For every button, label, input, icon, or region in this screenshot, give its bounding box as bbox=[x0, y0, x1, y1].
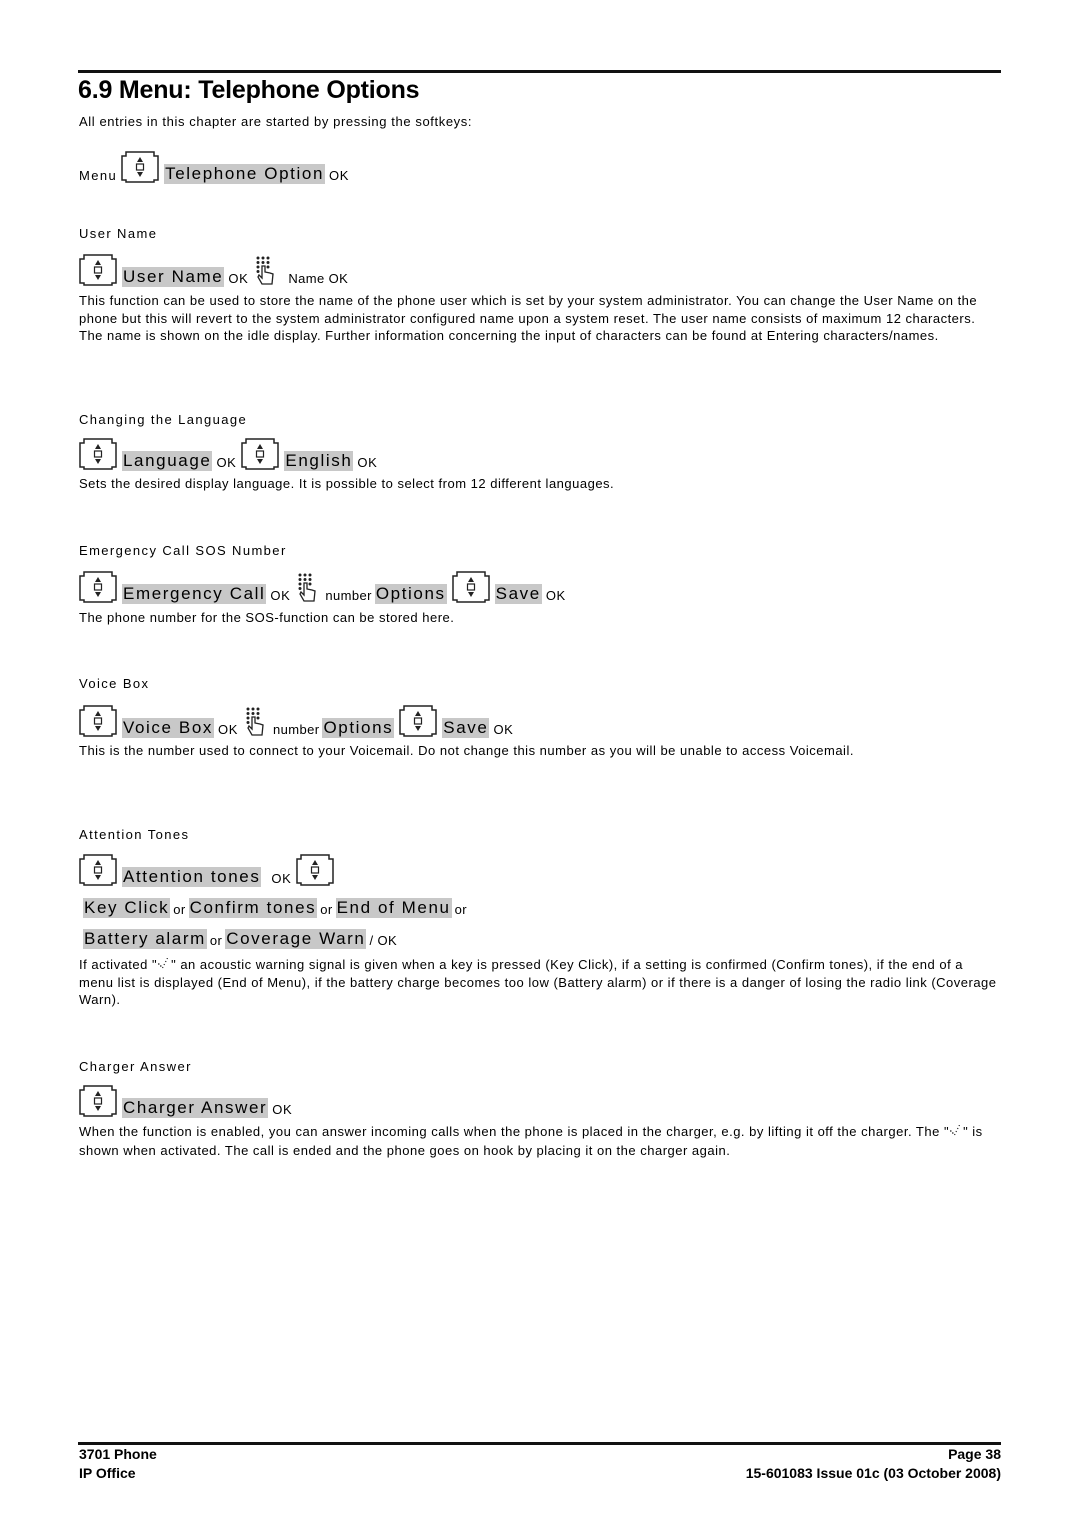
ok-label: OK bbox=[270, 588, 291, 603]
save-softkey[interactable]: Save bbox=[442, 718, 490, 738]
section-heading-charger-answer: Charger Answer bbox=[79, 1059, 192, 1074]
voice-box-sequence: Voice Box OK number Options Save OK bbox=[78, 704, 517, 738]
page-title: 6.9 Menu: Telephone Options bbox=[78, 76, 420, 104]
navigation-key-icon bbox=[78, 570, 118, 604]
menu-label: Menu bbox=[79, 168, 118, 183]
ok-label: OK bbox=[545, 588, 566, 603]
language-sequence: Language OK English OK bbox=[78, 437, 381, 471]
charger-answer-sequence: Charger Answer OK bbox=[78, 1084, 296, 1118]
ok-label: OK bbox=[271, 871, 292, 886]
user-name-description: This function can be used to store the n… bbox=[79, 293, 978, 343]
ok-label: OK bbox=[329, 168, 349, 183]
user-name-sequence: User Name OK Name OK bbox=[78, 253, 351, 287]
coverage-warn-option[interactable]: Coverage Warn bbox=[225, 929, 367, 949]
navigation-key-icon bbox=[451, 570, 491, 604]
english-option[interactable]: English bbox=[284, 451, 354, 471]
number-label: number bbox=[273, 722, 320, 737]
keypad-hand-icon bbox=[296, 572, 320, 604]
emergency-call-softkey[interactable]: Emergency Call bbox=[122, 584, 267, 604]
section-heading-language: Changing the Language bbox=[79, 412, 248, 427]
description-start: If activated " bbox=[79, 957, 158, 972]
ok-label: OK bbox=[218, 722, 238, 737]
checkmark-icon bbox=[157, 958, 171, 970]
charger-answer-description: When the function is enabled, you can an… bbox=[79, 1122, 999, 1160]
section-heading-emergency: Emergency Call SOS Number bbox=[79, 543, 287, 558]
ok-label: OK bbox=[493, 722, 514, 737]
emergency-sequence: Emergency Call OK number Options Save OK bbox=[78, 570, 570, 604]
attention-tones-options-row-1: Key Click or Confirm tones or End of Men… bbox=[83, 898, 470, 918]
or-label: or bbox=[209, 933, 223, 948]
menu-path: Menu Telephone Option OK bbox=[78, 150, 353, 184]
number-label: number bbox=[325, 588, 372, 603]
ok-label: OK bbox=[228, 271, 249, 286]
top-rule bbox=[78, 70, 1001, 73]
navigation-key-icon bbox=[78, 853, 118, 887]
footer-page-number: Page 38 bbox=[948, 1446, 1001, 1462]
ok-label: OK bbox=[216, 455, 237, 470]
options-softkey[interactable]: Options bbox=[374, 584, 447, 604]
ok-label: OK bbox=[357, 455, 378, 470]
intro-text: All entries in this chapter are started … bbox=[79, 114, 473, 129]
attention-tones-softkey[interactable]: Attention tones bbox=[122, 867, 262, 887]
navigation-key-icon bbox=[78, 1084, 118, 1118]
slash-ok-label: / OK bbox=[369, 933, 398, 948]
navigation-key-icon bbox=[295, 853, 335, 887]
battery-alarm-option[interactable]: Battery alarm bbox=[83, 929, 207, 949]
section-heading-attention-tones: Attention Tones bbox=[79, 827, 190, 842]
attention-tones-description: If activated " " an acoustic warning sign… bbox=[79, 956, 999, 1009]
section-heading-voice-box: Voice Box bbox=[79, 676, 150, 691]
end-of-menu-option[interactable]: End of Menu bbox=[335, 898, 452, 918]
keypad-hand-icon bbox=[244, 706, 268, 738]
telephone-option-softkey[interactable]: Telephone Option bbox=[164, 164, 325, 184]
footer-system: IP Office bbox=[79, 1465, 136, 1481]
checkmark-icon bbox=[949, 1125, 963, 1137]
navigation-key-icon bbox=[78, 437, 118, 471]
save-softkey[interactable]: Save bbox=[494, 584, 542, 604]
attention-tones-options-row-2: Battery alarm or Coverage Warn / OK bbox=[83, 929, 400, 949]
name-ok-label: Name OK bbox=[288, 271, 349, 286]
confirm-tones-option[interactable]: Confirm tones bbox=[188, 898, 318, 918]
charger-answer-softkey[interactable]: Charger Answer bbox=[122, 1098, 269, 1118]
voice-box-description: This is the number used to connect to yo… bbox=[79, 743, 854, 758]
navigation-key-icon bbox=[78, 253, 118, 287]
language-description: Sets the desired display language. It is… bbox=[79, 476, 615, 491]
ok-label: OK bbox=[272, 1102, 293, 1117]
or-label: or bbox=[320, 902, 333, 917]
attention-tones-sequence: Attention tones OK bbox=[78, 853, 339, 887]
navigation-key-icon bbox=[398, 704, 438, 738]
key-click-option[interactable]: Key Click bbox=[83, 898, 171, 918]
section-heading-user-name: User Name bbox=[79, 226, 158, 241]
language-softkey[interactable]: Language bbox=[122, 451, 213, 471]
footer-product: 3701 Phone bbox=[79, 1446, 157, 1462]
footer-issue: 15-601083 Issue 01c (03 October 2008) bbox=[745, 1465, 1001, 1481]
navigation-key-icon bbox=[78, 704, 118, 738]
voice-box-softkey[interactable]: Voice Box bbox=[122, 718, 215, 738]
options-softkey[interactable]: Options bbox=[322, 718, 395, 738]
user-name-softkey[interactable]: User Name bbox=[122, 267, 225, 287]
navigation-key-icon bbox=[240, 437, 280, 471]
description-end: " an acoustic warning signal is given wh… bbox=[79, 957, 997, 1007]
emergency-description: The phone number for the SOS-function ca… bbox=[79, 610, 455, 625]
footer-rule bbox=[78, 1442, 1001, 1445]
or-label: or bbox=[173, 902, 186, 917]
or-label: or bbox=[454, 902, 467, 917]
description-start: When the function is enabled, you can an… bbox=[79, 1124, 950, 1139]
navigation-key-icon bbox=[120, 150, 160, 184]
keypad-hand-icon bbox=[254, 255, 278, 287]
